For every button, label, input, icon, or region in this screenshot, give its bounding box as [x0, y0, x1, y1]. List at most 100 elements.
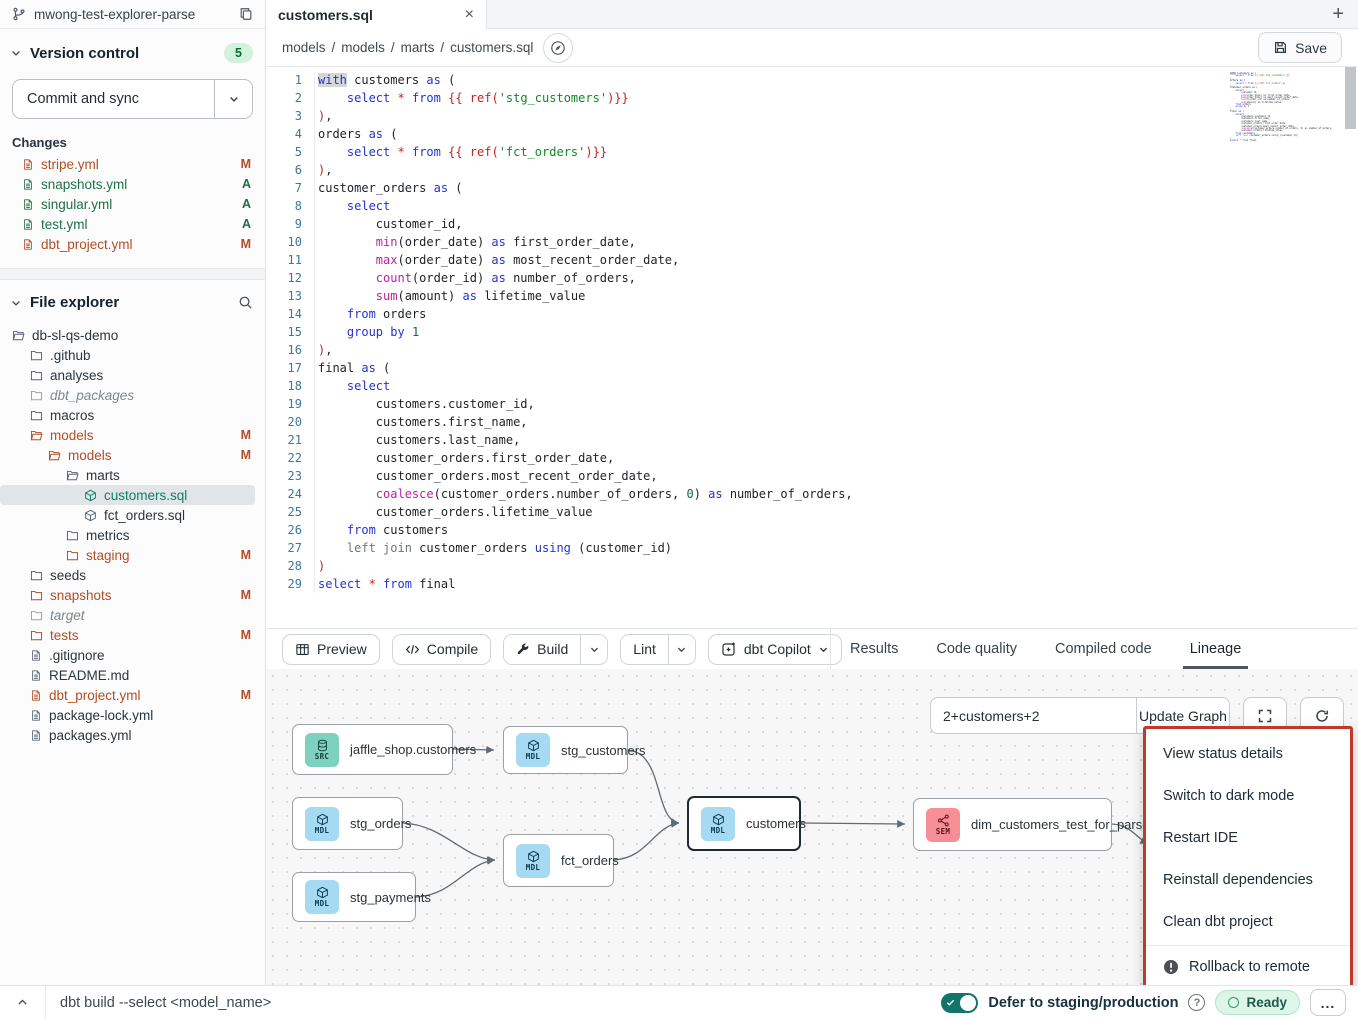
tab-code-quality[interactable]: Code quality: [917, 629, 1036, 669]
dbt-copilot-button[interactable]: dbt Copilot: [708, 634, 842, 665]
code-line[interactable]: 4orders as (: [266, 125, 1358, 143]
code-line[interactable]: 14 from orders: [266, 305, 1358, 323]
menu-item-switch-to-dark-mode[interactable]: Switch to dark mode: [1146, 775, 1350, 817]
copy-icon[interactable]: [239, 7, 253, 21]
save-button[interactable]: Save: [1258, 32, 1342, 63]
tree-item-fct-orders-sql[interactable]: fct_orders.sql: [0, 505, 265, 525]
code-line[interactable]: 16),: [266, 341, 1358, 359]
breadcrumb-segment[interactable]: models: [341, 40, 385, 55]
tree-item-tests[interactable]: testsM: [0, 625, 265, 645]
lineage-node-fct-orders[interactable]: MDLfct_orders: [503, 834, 614, 887]
dbt-command-input[interactable]: [46, 995, 941, 1011]
change-item[interactable]: test.ymlA: [0, 214, 265, 234]
code-line[interactable]: 7customer_orders as (: [266, 179, 1358, 197]
code-line[interactable]: 27 left join customer_orders using (cust…: [266, 539, 1358, 557]
tree-item-seeds[interactable]: seeds: [0, 565, 265, 585]
new-tab-plus-icon[interactable]: +: [1332, 0, 1344, 28]
code-line[interactable]: 15 group by 1: [266, 323, 1358, 341]
lint-options-chevron-icon[interactable]: [668, 635, 695, 664]
code-line[interactable]: 28): [266, 557, 1358, 575]
tab-compiled-code[interactable]: Compiled code: [1036, 629, 1171, 669]
change-item[interactable]: snapshots.ymlA: [0, 174, 265, 194]
tab-results[interactable]: Results: [831, 629, 917, 669]
tab-lineage[interactable]: Lineage: [1171, 629, 1261, 669]
change-item[interactable]: stripe.ymlM: [0, 154, 265, 174]
tab-customers-sql[interactable]: customers.sql ×: [266, 0, 487, 29]
lineage-node-stg-orders[interactable]: MDLstg_orders: [292, 797, 403, 850]
chevron-down-icon[interactable]: [10, 297, 22, 309]
tree-item-marts[interactable]: marts: [0, 465, 265, 485]
code-line[interactable]: 19 customers.customer_id,: [266, 395, 1358, 413]
help-icon[interactable]: ?: [1188, 994, 1205, 1011]
code-line[interactable]: 29select * from final: [266, 575, 1358, 593]
lineage-node-jaffle-shop-customers[interactable]: SRCjaffle_shop.customers: [292, 724, 453, 775]
menu-item-reinstall-dependencies[interactable]: Reinstall dependencies: [1146, 859, 1350, 901]
change-item[interactable]: dbt_project.ymlM: [0, 234, 265, 254]
ellipsis-menu-icon[interactable]: ...: [1310, 989, 1346, 1016]
code-line[interactable]: 2 select * from {{ ref('stg_customers')}…: [266, 89, 1358, 107]
code-line[interactable]: 24 coalesce(customer_orders.number_of_or…: [266, 485, 1358, 503]
chevron-down-icon[interactable]: [10, 47, 22, 59]
menu-item-restart-ide[interactable]: Restart IDE: [1146, 817, 1350, 859]
tree-item-metrics[interactable]: metrics: [0, 525, 265, 545]
tree-item-db-sl-qs-demo[interactable]: db-sl-qs-demo: [0, 325, 265, 345]
tree-item-macros[interactable]: macros: [0, 405, 265, 425]
lineage-node-dim-customers-test-for-parse[interactable]: SEMdim_customers_test_for_parse: [913, 798, 1112, 851]
code-line[interactable]: 13 sum(amount) as lifetime_value: [266, 287, 1358, 305]
breadcrumb-segment[interactable]: marts: [401, 40, 435, 55]
breadcrumb-segment[interactable]: models: [282, 40, 326, 55]
lineage-filter-input[interactable]: [931, 698, 1136, 733]
code-line[interactable]: 9 customer_id,: [266, 215, 1358, 233]
close-icon[interactable]: ×: [465, 7, 474, 23]
lineage-node-customers[interactable]: MDLcustomers: [687, 796, 801, 851]
tree-item--gitignore[interactable]: .gitignore: [0, 645, 265, 665]
menu-item-view-status-details[interactable]: View status details: [1146, 733, 1350, 775]
tree-item-package-lock-yml[interactable]: package-lock.yml: [0, 705, 265, 725]
commit-and-sync-button[interactable]: Commit and sync: [13, 80, 214, 118]
code-line[interactable]: 12 count(order_id) as number_of_orders,: [266, 269, 1358, 287]
code-line[interactable]: 6),: [266, 161, 1358, 179]
tree-item-snapshots[interactable]: snapshotsM: [0, 585, 265, 605]
code-line[interactable]: 21 customers.last_name,: [266, 431, 1358, 449]
code-line[interactable]: 22 customer_orders.first_order_date,: [266, 449, 1358, 467]
code-line[interactable]: 17final as (: [266, 359, 1358, 377]
editor-scrollbar[interactable]: [1345, 67, 1356, 628]
code-line[interactable]: select * from final: [1230, 140, 1330, 142]
code-line[interactable]: 8 select: [266, 197, 1358, 215]
code-line[interactable]: 26 from customers: [266, 521, 1358, 539]
tree-item-staging[interactable]: stagingM: [0, 545, 265, 565]
code-editor[interactable]: 1with customers as (2 select * from {{ r…: [266, 67, 1358, 628]
lineage-node-stg-payments[interactable]: MDLstg_payments: [292, 872, 416, 922]
code-line[interactable]: 10 min(order_date) as first_order_date,: [266, 233, 1358, 251]
tree-item-packages-yml[interactable]: packages.yml: [0, 725, 265, 745]
compile-button[interactable]: Compile: [392, 634, 491, 665]
tree-item-analyses[interactable]: analyses: [0, 365, 265, 385]
code-line[interactable]: 20 customers.first_name,: [266, 413, 1358, 431]
build-button[interactable]: Build: [504, 635, 580, 664]
code-line[interactable]: 1with customers as (: [266, 71, 1358, 89]
menu-item-clean-dbt-project[interactable]: Clean dbt project: [1146, 901, 1350, 943]
tree-item-dbt-packages[interactable]: dbt_packages: [0, 385, 265, 405]
commit-options-chevron-icon[interactable]: [214, 80, 252, 118]
status-badge[interactable]: Ready: [1215, 990, 1300, 1015]
code-lines[interactable]: 1with customers as (2 select * from {{ r…: [266, 71, 1358, 593]
lineage-node-stg-customers[interactable]: MDLstg_customers: [503, 726, 628, 774]
minimap[interactable]: with customers as ( select * from {{ ref…: [1230, 73, 1330, 142]
search-icon[interactable]: [238, 295, 253, 310]
code-line[interactable]: 18 select: [266, 377, 1358, 395]
lint-button[interactable]: Lint: [621, 635, 668, 664]
tree-item--github[interactable]: .github: [0, 345, 265, 365]
code-line[interactable]: 3),: [266, 107, 1358, 125]
tree-item-customers-sql[interactable]: customers.sql: [0, 485, 255, 505]
chevron-up-icon[interactable]: [0, 986, 46, 1019]
preview-button[interactable]: Preview: [282, 634, 380, 665]
tree-item-models[interactable]: modelsM: [0, 425, 265, 445]
scrollbar-thumb[interactable]: [1345, 67, 1356, 129]
tree-item-dbt-project-yml[interactable]: dbt_project.ymlM: [0, 685, 265, 705]
code-line[interactable]: 25 customer_orders.lifetime_value: [266, 503, 1358, 521]
change-item[interactable]: singular.ymlA: [0, 194, 265, 214]
build-options-chevron-icon[interactable]: [580, 635, 607, 664]
compass-icon[interactable]: [543, 33, 573, 63]
code-line[interactable]: 11 max(order_date) as most_recent_order_…: [266, 251, 1358, 269]
tree-item-models[interactable]: modelsM: [0, 445, 265, 465]
